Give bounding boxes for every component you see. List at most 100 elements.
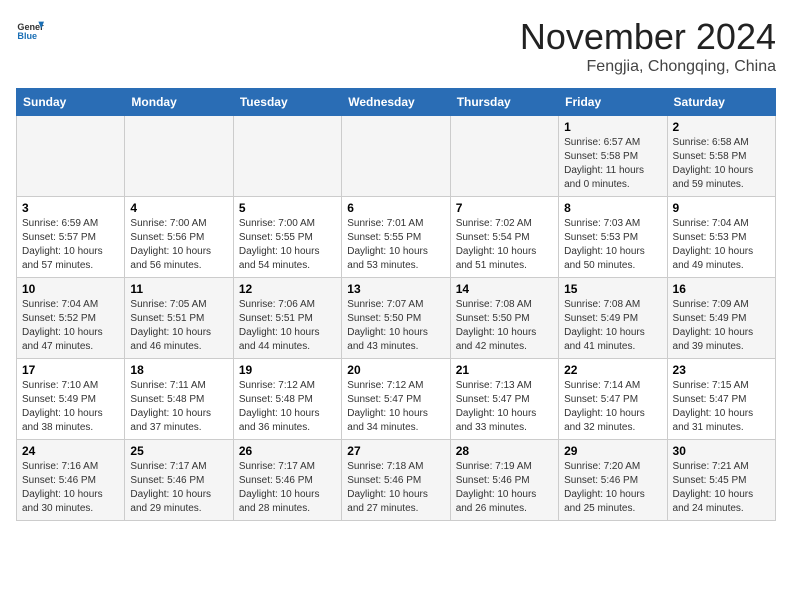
day-info: Sunrise: 6:57 AMSunset: 5:58 PMDaylight:… — [564, 136, 661, 192]
page-header: General Blue November 2024 Fengjia, Chon… — [16, 16, 776, 76]
day-info: Sunrise: 7:18 AMSunset: 5:46 PMDaylight:… — [347, 460, 444, 516]
day-info: Sunrise: 7:19 AMSunset: 5:46 PMDaylight:… — [456, 460, 553, 516]
day-info: Sunrise: 7:11 AMSunset: 5:48 PMDaylight:… — [130, 379, 227, 435]
calendar-cell: 8 Sunrise: 7:03 AMSunset: 5:53 PMDaylight… — [559, 197, 667, 278]
day-number: 30 — [673, 444, 770, 458]
day-number: 10 — [22, 282, 119, 296]
day-number: 8 — [564, 201, 661, 215]
day-info: Sunrise: 7:05 AMSunset: 5:51 PMDaylight:… — [130, 298, 227, 354]
calendar-cell: 25Sunrise: 7:17 AMSunset: 5:46 PMDayligh… — [125, 440, 233, 521]
day-info: Sunrise: 7:14 AMSunset: 5:47 PMDaylight:… — [564, 379, 661, 435]
day-info: Sunrise: 7:21 AMSunset: 5:45 PMDaylight:… — [673, 460, 770, 516]
logo-icon: General Blue — [16, 16, 44, 44]
day-info: Sunrise: 7:15 AMSunset: 5:47 PMDaylight:… — [673, 379, 770, 435]
calendar-cell: 24Sunrise: 7:16 AMSunset: 5:46 PMDayligh… — [17, 440, 125, 521]
calendar-cell — [233, 116, 341, 197]
day-info: Sunrise: 7:13 AMSunset: 5:47 PMDaylight:… — [456, 379, 553, 435]
day-number: 29 — [564, 444, 661, 458]
day-info: Sunrise: 7:04 AMSunset: 5:52 PMDaylight:… — [22, 298, 119, 354]
title-block: November 2024 Fengjia, Chongqing, China — [520, 16, 776, 76]
day-number: 20 — [347, 363, 444, 377]
calendar-header-row: SundayMondayTuesdayWednesdayThursdayFrid… — [17, 89, 776, 116]
calendar-cell: 15 Sunrise: 7:08 AMSunset: 5:49 PMDayligh… — [559, 278, 667, 359]
day-number: 9 — [673, 201, 770, 215]
calendar-cell: 4Sunrise: 7:00 AMSunset: 5:56 PMDaylight… — [125, 197, 233, 278]
day-info: Sunrise: 7:08 AMSunset: 5:49 PMDaylight:… — [564, 298, 661, 354]
calendar-cell: 14Sunrise: 7:08 AMSunset: 5:50 PMDayligh… — [450, 278, 558, 359]
day-info: Sunrise: 7:07 AMSunset: 5:50 PMDaylight:… — [347, 298, 444, 354]
calendar-cell: 29 Sunrise: 7:20 AMSunset: 5:46 PMDayligh… — [559, 440, 667, 521]
calendar-cell — [342, 116, 450, 197]
logo: General Blue — [16, 16, 44, 44]
day-number: 26 — [239, 444, 336, 458]
calendar-cell: 20Sunrise: 7:12 AMSunset: 5:47 PMDayligh… — [342, 359, 450, 440]
day-number: 27 — [347, 444, 444, 458]
calendar-week-3: 10 Sunrise: 7:04 AMSunset: 5:52 PMDayligh… — [17, 278, 776, 359]
day-info: Sunrise: 7:00 AMSunset: 5:56 PMDaylight:… — [130, 217, 227, 273]
calendar-cell: 27 Sunrise: 7:18 AMSunset: 5:46 PMDayligh… — [342, 440, 450, 521]
day-header-thursday: Thursday — [450, 89, 558, 116]
day-number: 13 — [347, 282, 444, 296]
calendar-cell: 10 Sunrise: 7:04 AMSunset: 5:52 PMDayligh… — [17, 278, 125, 359]
calendar-cell: 6 Sunrise: 7:01 AMSunset: 5:55 PMDaylight… — [342, 197, 450, 278]
day-number: 11 — [130, 282, 227, 296]
calendar-cell: 30 Sunrise: 7:21 AMSunset: 5:45 PMDayligh… — [667, 440, 775, 521]
calendar-cell: 28 Sunrise: 7:19 AMSunset: 5:46 PMDayligh… — [450, 440, 558, 521]
day-info: Sunrise: 7:03 AMSunset: 5:53 PMDaylight:… — [564, 217, 661, 273]
location: Fengjia, Chongqing, China — [520, 58, 776, 76]
day-info: Sunrise: 7:01 AMSunset: 5:55 PMDaylight:… — [347, 217, 444, 273]
day-number: 7 — [456, 201, 553, 215]
calendar-cell: 18 Sunrise: 7:11 AMSunset: 5:48 PMDayligh… — [125, 359, 233, 440]
day-number: 15 — [564, 282, 661, 296]
calendar-cell: 12Sunrise: 7:06 AMSunset: 5:51 PMDayligh… — [233, 278, 341, 359]
day-info: Sunrise: 7:10 AMSunset: 5:49 PMDaylight:… — [22, 379, 119, 435]
day-header-friday: Friday — [559, 89, 667, 116]
day-number: 23 — [673, 363, 770, 377]
day-info: Sunrise: 7:04 AMSunset: 5:53 PMDaylight:… — [673, 217, 770, 273]
calendar-cell: 17Sunrise: 7:10 AMSunset: 5:49 PMDayligh… — [17, 359, 125, 440]
day-number: 3 — [22, 201, 119, 215]
calendar-cell — [450, 116, 558, 197]
day-header-saturday: Saturday — [667, 89, 775, 116]
day-number: 5 — [239, 201, 336, 215]
calendar-cell: 5 Sunrise: 7:00 AMSunset: 5:55 PMDaylight… — [233, 197, 341, 278]
day-number: 22 — [564, 363, 661, 377]
calendar-week-1: 1 Sunrise: 6:57 AMSunset: 5:58 PMDaylight… — [17, 116, 776, 197]
calendar-cell: 21Sunrise: 7:13 AMSunset: 5:47 PMDayligh… — [450, 359, 558, 440]
calendar-cell: 13 Sunrise: 7:07 AMSunset: 5:50 PMDayligh… — [342, 278, 450, 359]
calendar-cell: 2 Sunrise: 6:58 AMSunset: 5:58 PMDaylight… — [667, 116, 775, 197]
calendar-body: 1 Sunrise: 6:57 AMSunset: 5:58 PMDaylight… — [17, 116, 776, 521]
calendar-week-5: 24Sunrise: 7:16 AMSunset: 5:46 PMDayligh… — [17, 440, 776, 521]
calendar-cell: 9 Sunrise: 7:04 AMSunset: 5:53 PMDaylight… — [667, 197, 775, 278]
day-number: 19 — [239, 363, 336, 377]
calendar-cell: 16Sunrise: 7:09 AMSunset: 5:49 PMDayligh… — [667, 278, 775, 359]
month-year: November 2024 — [520, 16, 776, 58]
day-info: Sunrise: 6:58 AMSunset: 5:58 PMDaylight:… — [673, 136, 770, 192]
day-header-sunday: Sunday — [17, 89, 125, 116]
calendar-week-2: 3 Sunrise: 6:59 AMSunset: 5:57 PMDaylight… — [17, 197, 776, 278]
day-number: 24 — [22, 444, 119, 458]
day-info: Sunrise: 7:02 AMSunset: 5:54 PMDaylight:… — [456, 217, 553, 273]
day-number: 2 — [673, 120, 770, 134]
day-info: Sunrise: 7:20 AMSunset: 5:46 PMDaylight:… — [564, 460, 661, 516]
day-info: Sunrise: 6:59 AMSunset: 5:57 PMDaylight:… — [22, 217, 119, 273]
day-number: 16 — [673, 282, 770, 296]
day-info: Sunrise: 7:12 AMSunset: 5:48 PMDaylight:… — [239, 379, 336, 435]
calendar-week-4: 17Sunrise: 7:10 AMSunset: 5:49 PMDayligh… — [17, 359, 776, 440]
calendar-cell: 23 Sunrise: 7:15 AMSunset: 5:47 PMDayligh… — [667, 359, 775, 440]
day-info: Sunrise: 7:17 AMSunset: 5:46 PMDaylight:… — [130, 460, 227, 516]
calendar-cell: 11 Sunrise: 7:05 AMSunset: 5:51 PMDayligh… — [125, 278, 233, 359]
day-number: 1 — [564, 120, 661, 134]
day-number: 6 — [347, 201, 444, 215]
day-header-monday: Monday — [125, 89, 233, 116]
day-number: 28 — [456, 444, 553, 458]
day-info: Sunrise: 7:00 AMSunset: 5:55 PMDaylight:… — [239, 217, 336, 273]
calendar-cell — [17, 116, 125, 197]
calendar-cell: 26Sunrise: 7:17 AMSunset: 5:46 PMDayligh… — [233, 440, 341, 521]
day-header-wednesday: Wednesday — [342, 89, 450, 116]
day-number: 18 — [130, 363, 227, 377]
day-info: Sunrise: 7:06 AMSunset: 5:51 PMDaylight:… — [239, 298, 336, 354]
calendar-cell: 1 Sunrise: 6:57 AMSunset: 5:58 PMDaylight… — [559, 116, 667, 197]
day-number: 14 — [456, 282, 553, 296]
day-header-tuesday: Tuesday — [233, 89, 341, 116]
